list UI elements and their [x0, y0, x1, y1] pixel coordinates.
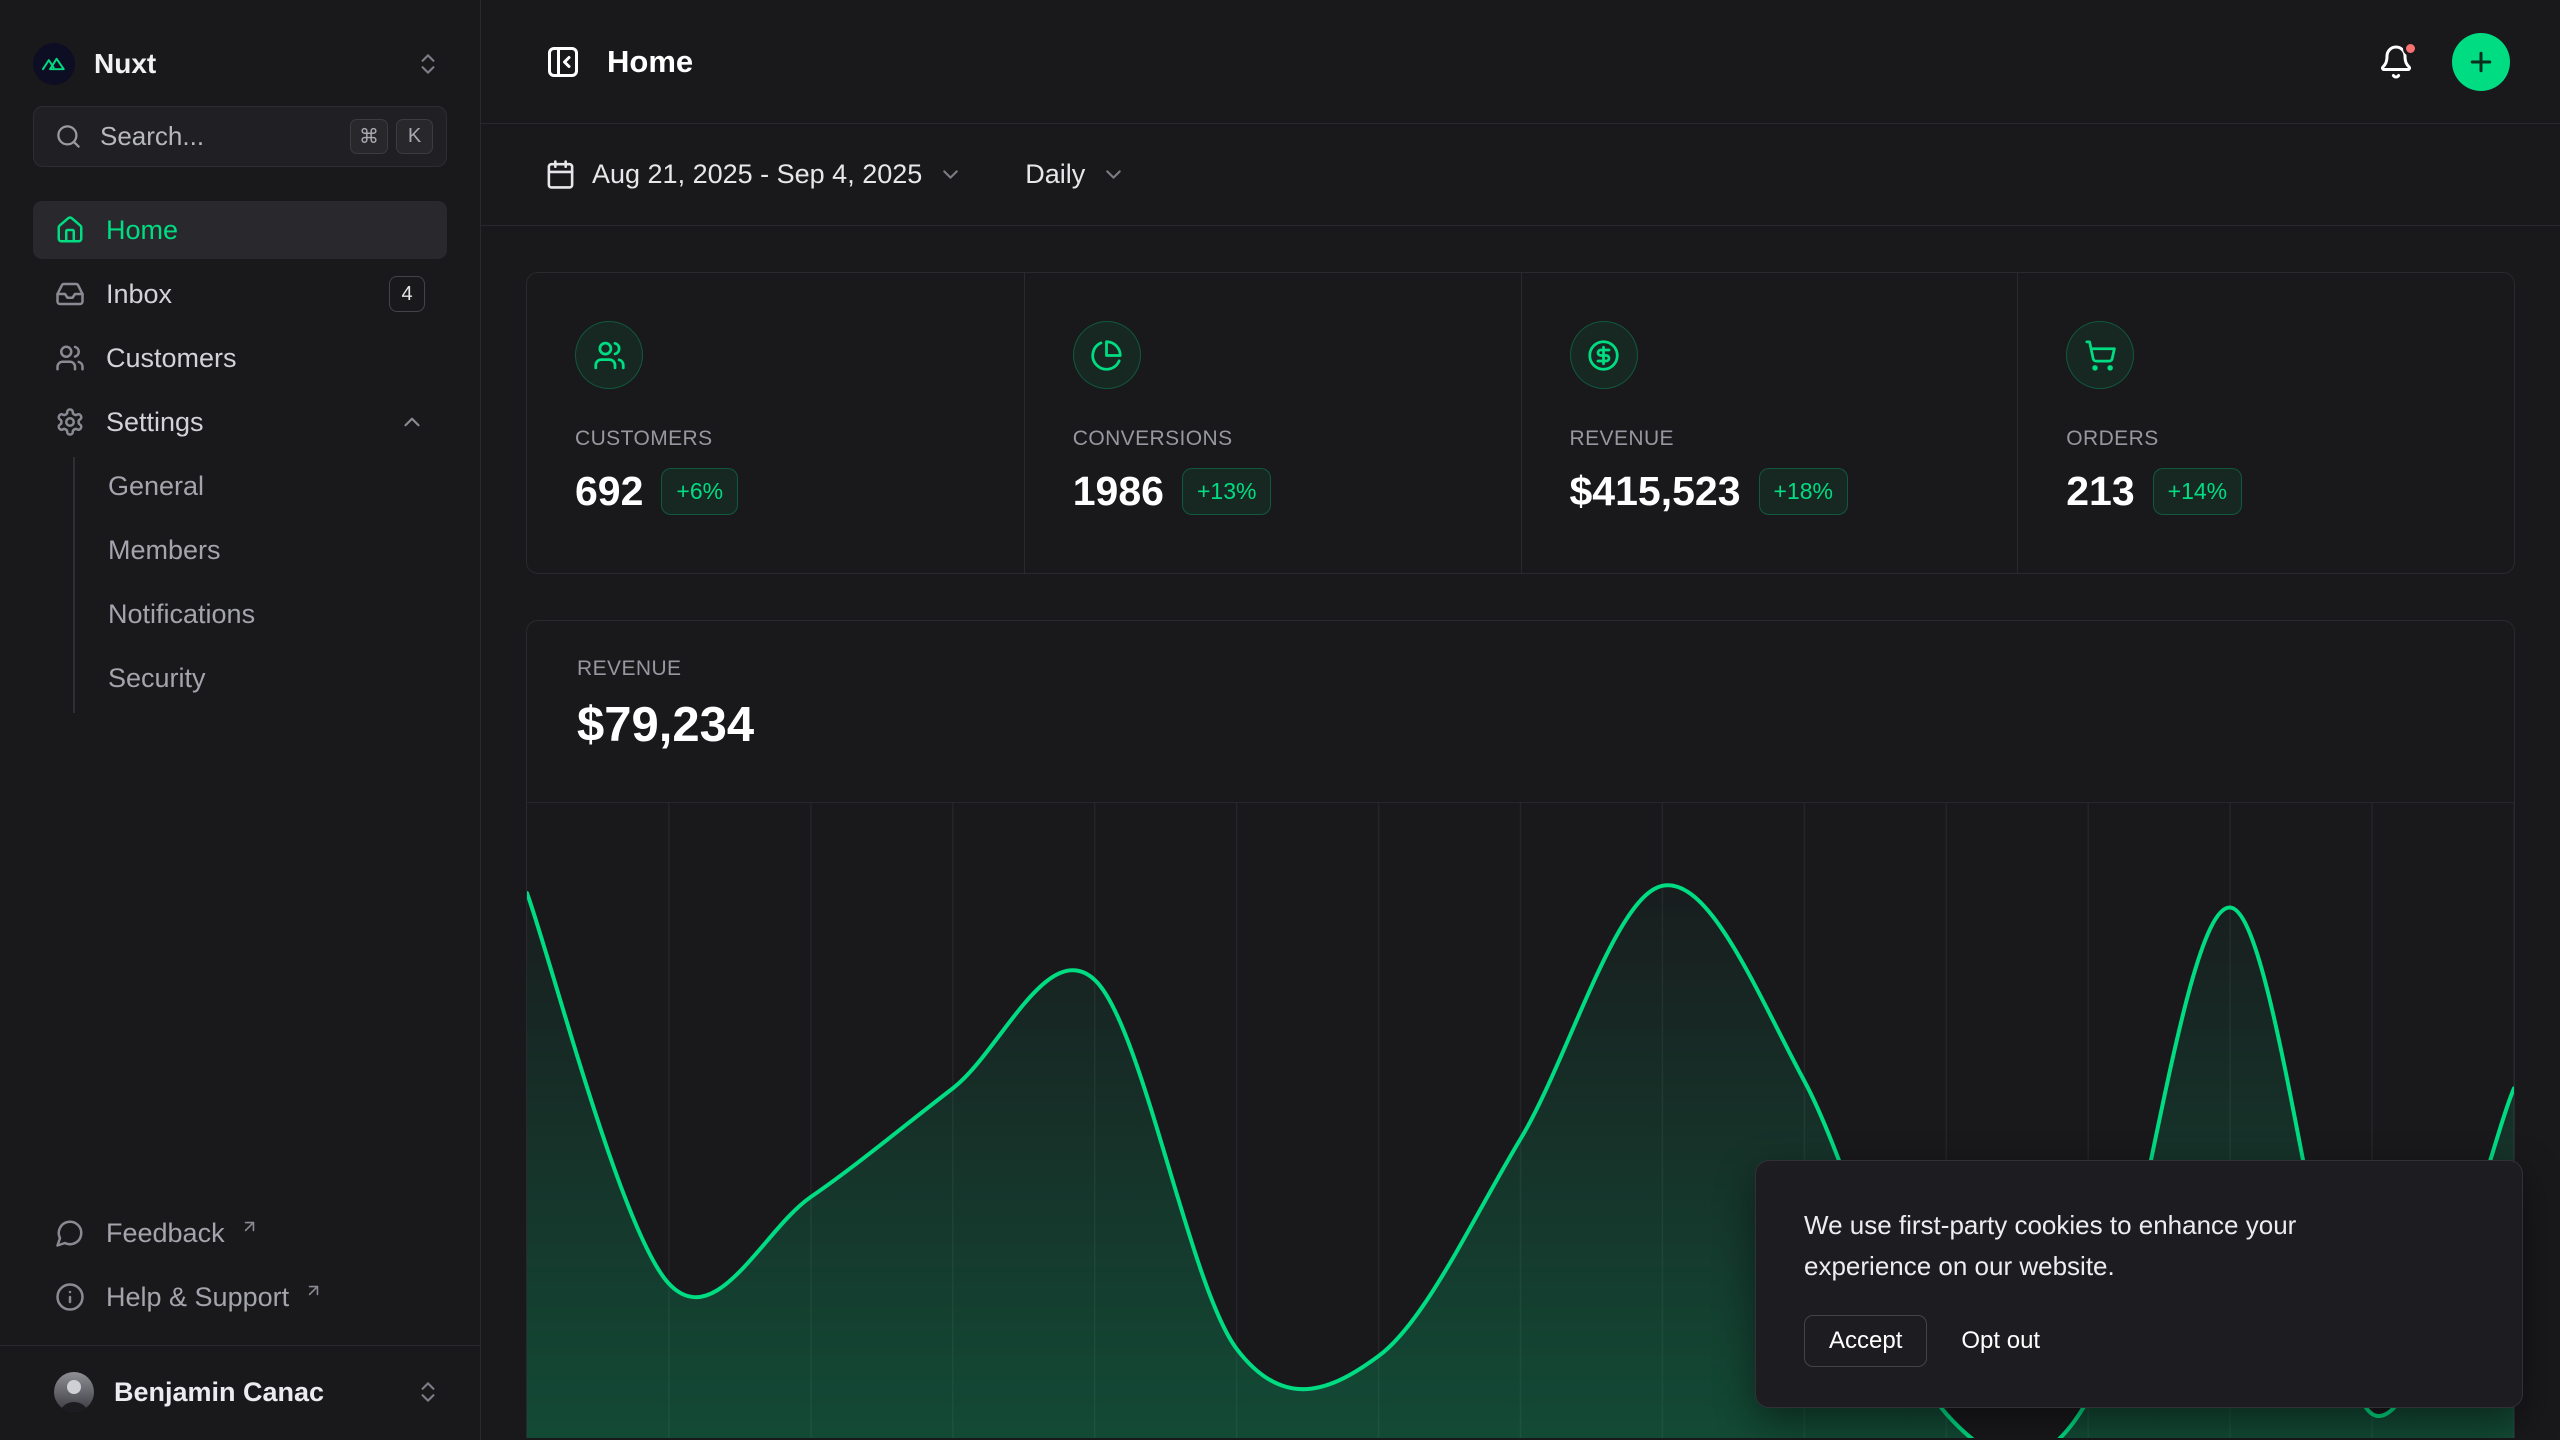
stat-label: ORDERS: [2066, 427, 2466, 451]
chevron-down-icon: [938, 162, 963, 187]
gear-icon: [55, 407, 85, 437]
sidebar-item-settings[interactable]: Settings: [33, 393, 447, 451]
search-placeholder: Search...: [100, 121, 332, 152]
user-name: Benjamin Canac: [114, 1377, 395, 1408]
chevron-up-icon: [399, 409, 425, 435]
calendar-icon: [545, 159, 576, 190]
panel-left-close-icon: [545, 44, 581, 80]
stat-label: REVENUE: [1570, 427, 1970, 451]
chevrons-up-down-icon: [415, 1379, 441, 1405]
sidebar-item-inbox[interactable]: Inbox 4: [33, 265, 447, 323]
stat-delta-badge: +14%: [2153, 468, 2242, 515]
revenue-total: $79,234: [577, 697, 2464, 753]
topbar: Home: [481, 0, 2560, 124]
plus-icon: [2466, 47, 2496, 77]
sidebar-nav: Home Inbox 4 Customers Settings: [33, 201, 447, 713]
sidebar-item-home[interactable]: Home: [33, 201, 447, 259]
sidebar-item-label: Settings: [106, 407, 378, 438]
kbd-k: K: [396, 119, 433, 154]
granularity-select[interactable]: Daily: [1025, 159, 1126, 190]
stat-delta-badge: +6%: [661, 468, 738, 515]
feedback-label: Feedback: [106, 1218, 225, 1249]
sidebar-toggle-button[interactable]: [545, 44, 581, 80]
stat-card-conversions[interactable]: CONVERSIONS 1986 +13%: [1024, 273, 1521, 573]
accept-button[interactable]: Accept: [1804, 1315, 1927, 1367]
stats-row: CUSTOMERS 692 +6% CONVERSIONS 1986 +13%: [526, 272, 2515, 574]
granularity-label: Daily: [1025, 159, 1085, 190]
kbd-cmd: ⌘: [350, 119, 388, 154]
sidebar-footer: Feedback Help & Support: [33, 1207, 447, 1440]
search-shortcut: ⌘ K: [350, 119, 433, 154]
opt-out-button[interactable]: Opt out: [1943, 1316, 2058, 1366]
user-menu[interactable]: Benjamin Canac: [33, 1346, 447, 1440]
cookie-message: We use first-party cookies to enhance yo…: [1804, 1205, 2384, 1287]
pie-chart-icon: [1073, 321, 1141, 389]
team-name: Nuxt: [94, 48, 396, 80]
stat-card-revenue[interactable]: REVENUE $415,523 +18%: [1521, 273, 2018, 573]
stat-card-orders[interactable]: ORDERS 213 +14%: [2017, 273, 2514, 573]
revenue-label: REVENUE: [577, 657, 2464, 681]
add-button[interactable]: [2452, 33, 2510, 91]
sidebar-item-customers[interactable]: Customers: [33, 329, 447, 387]
external-link-icon: [304, 1281, 323, 1300]
inbox-count-badge: 4: [389, 276, 425, 312]
users-icon: [55, 343, 85, 373]
stat-delta-badge: +13%: [1182, 468, 1271, 515]
cookie-banner: We use first-party cookies to enhance yo…: [1755, 1160, 2523, 1408]
stat-card-customers[interactable]: CUSTOMERS 692 +6%: [527, 273, 1024, 573]
sidebar-item-label: Customers: [106, 343, 425, 374]
dollar-circle-icon: [1570, 321, 1638, 389]
date-range-label: Aug 21, 2025 - Sep 4, 2025: [592, 159, 922, 190]
stat-label: CUSTOMERS: [575, 427, 976, 451]
info-icon: [55, 1282, 85, 1312]
stat-value: 692: [575, 468, 643, 515]
chevron-down-icon: [1101, 162, 1126, 187]
sidebar-item-label: Home: [106, 215, 425, 246]
cart-icon: [2066, 321, 2134, 389]
search-input[interactable]: Search... ⌘ K: [33, 106, 447, 167]
revenue-panel-header: REVENUE $79,234: [527, 621, 2514, 803]
settings-subnav: General Members Notifications Security: [73, 457, 447, 713]
inbox-icon: [55, 279, 85, 309]
chevrons-up-down-icon: [415, 51, 441, 77]
stat-value: $415,523: [1570, 468, 1741, 515]
sidebar-item-security[interactable]: Security: [75, 649, 447, 707]
page-title: Home: [607, 44, 693, 80]
sidebar: Nuxt Search... ⌘ K Home: [0, 0, 481, 1440]
home-icon: [55, 215, 85, 245]
notification-dot: [2403, 41, 2418, 56]
search-icon: [55, 123, 82, 150]
feedback-link[interactable]: Feedback: [33, 1207, 447, 1259]
stat-value: 1986: [1073, 468, 1164, 515]
help-support-link[interactable]: Help & Support: [33, 1271, 447, 1323]
stat-delta-badge: +18%: [1759, 468, 1848, 515]
nuxt-logo-icon: [33, 43, 75, 85]
sidebar-item-general[interactable]: General: [75, 457, 447, 515]
help-support-label: Help & Support: [106, 1282, 289, 1313]
stat-label: CONVERSIONS: [1073, 427, 1473, 451]
app-root: Nuxt Search... ⌘ K Home: [0, 0, 2560, 1440]
sidebar-item-notifications[interactable]: Notifications: [75, 585, 447, 643]
notifications-button[interactable]: [2378, 44, 2414, 80]
chat-bubble-icon: [55, 1218, 85, 1248]
sidebar-item-label: Inbox: [106, 279, 368, 310]
team-switcher[interactable]: Nuxt: [33, 40, 447, 88]
stat-value: 213: [2066, 468, 2134, 515]
filters-bar: Aug 21, 2025 - Sep 4, 2025 Daily: [481, 124, 2560, 226]
external-link-icon: [240, 1217, 259, 1236]
date-range-picker[interactable]: Aug 21, 2025 - Sep 4, 2025: [545, 159, 963, 190]
users-icon: [575, 321, 643, 389]
avatar: [54, 1372, 94, 1412]
sidebar-item-members[interactable]: Members: [75, 521, 447, 579]
